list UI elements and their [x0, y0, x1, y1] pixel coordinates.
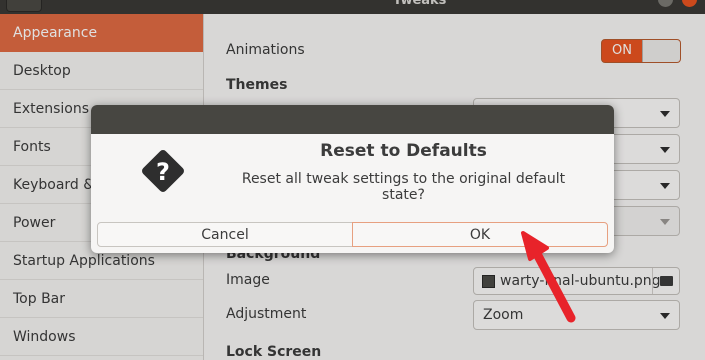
dialog-title: Reset to Defaults — [320, 141, 487, 161]
cancel-button[interactable]: Cancel — [97, 222, 353, 247]
ok-button[interactable]: OK — [352, 222, 608, 247]
dialog-titlebar — [91, 105, 614, 134]
svg-text:?: ? — [156, 158, 170, 186]
reset-dialog: ? Reset to Defaults Reset all tweak sett… — [91, 105, 614, 253]
question-icon: ? — [142, 150, 184, 192]
dialog-message: Reset all tweak settings to the original… — [241, 171, 566, 203]
